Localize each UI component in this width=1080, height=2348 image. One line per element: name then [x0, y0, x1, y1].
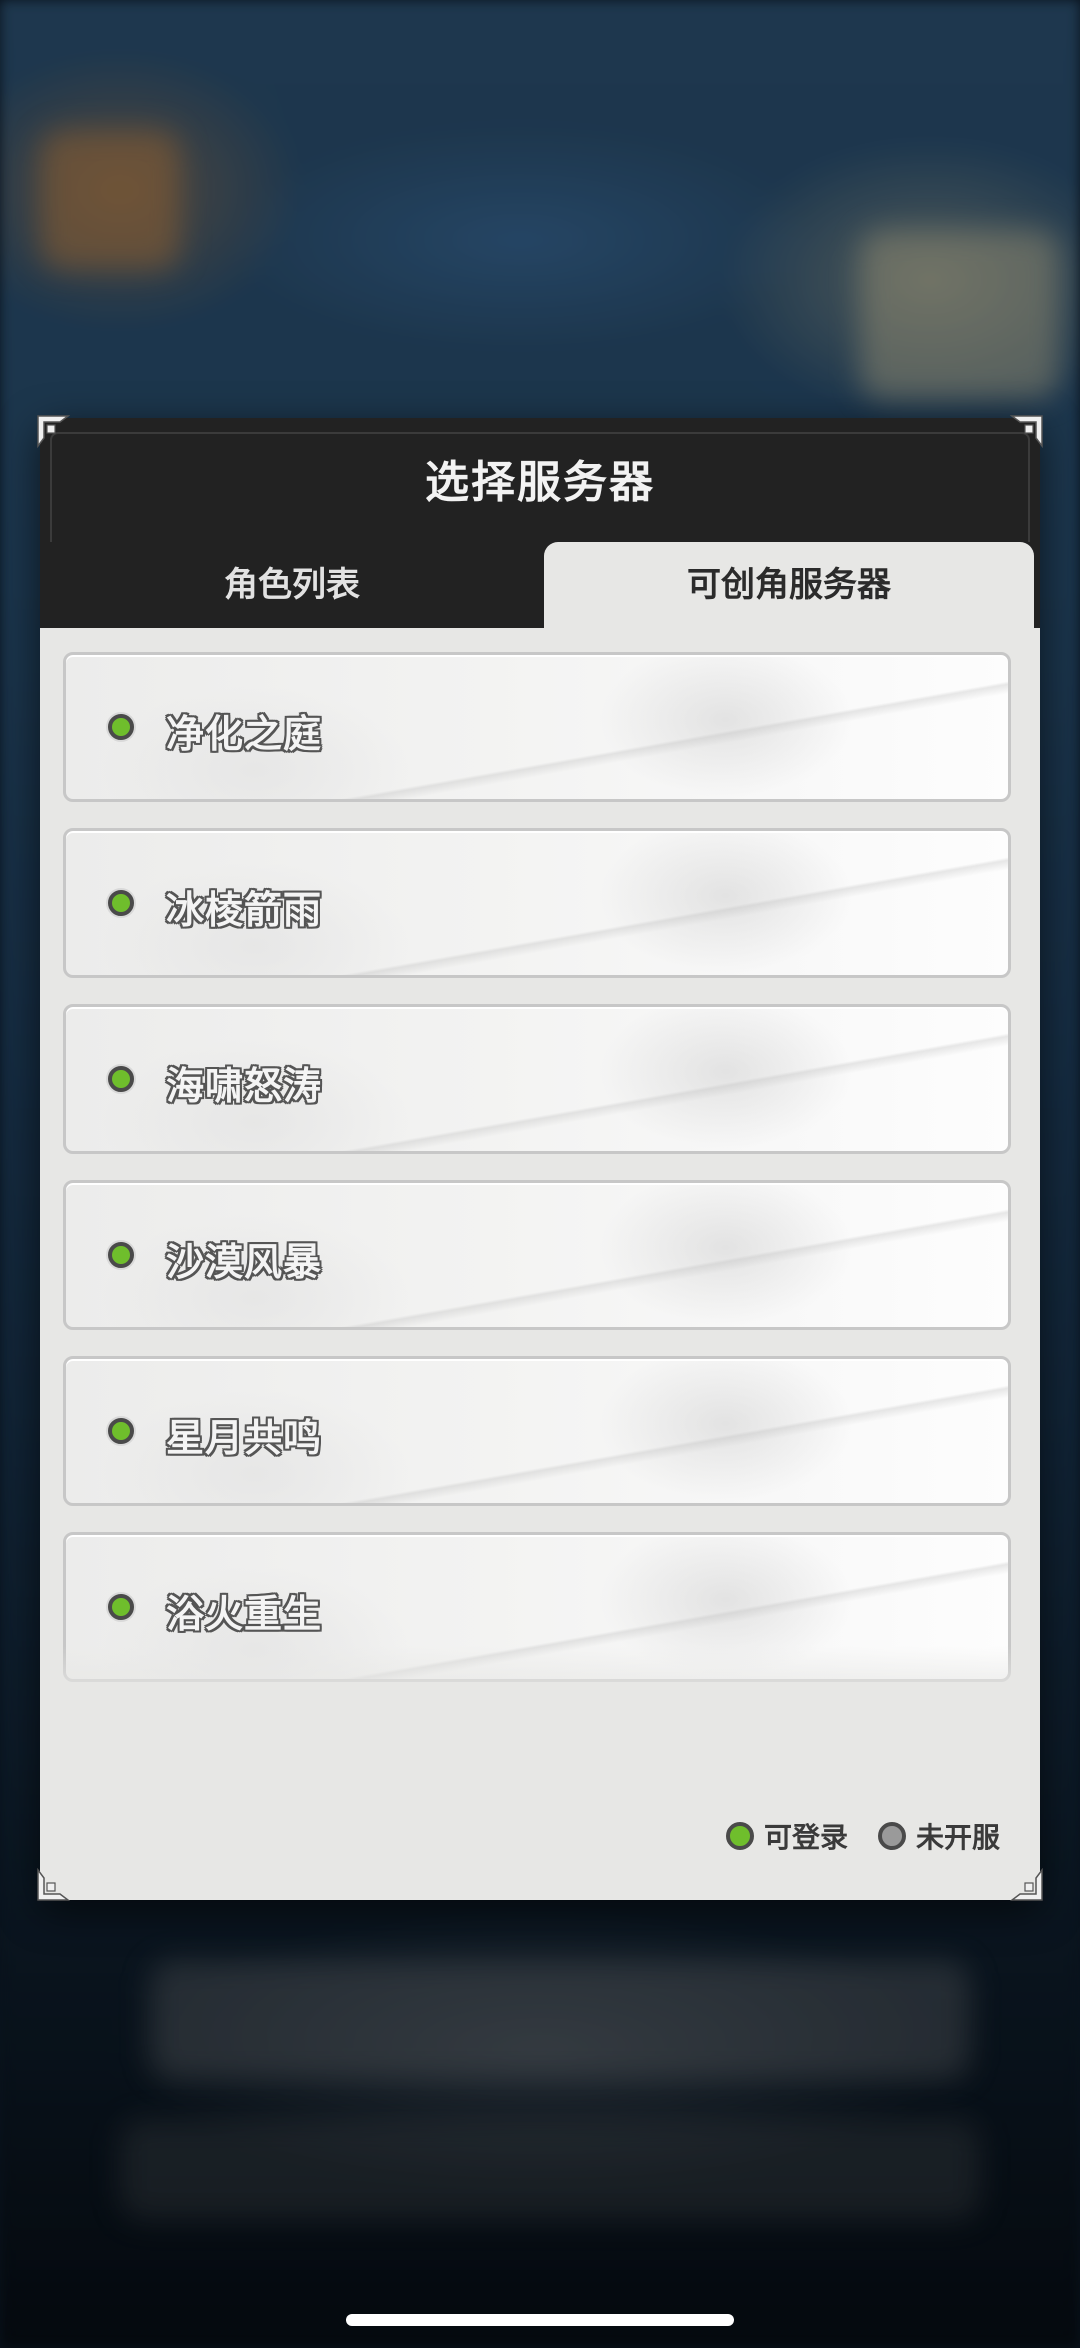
- status-available-dot: [108, 1594, 134, 1620]
- tab-bar: 角色列表 可创角服务器: [40, 542, 1040, 628]
- corner-ornament-icon: [37, 1868, 70, 1901]
- status-available-dot: [108, 1418, 134, 1444]
- list-scroll-fade: [40, 1646, 1040, 1706]
- server-list[interactable]: 净化之庭 冰棱箭雨 海啸怒涛 沙漠风暴 星月共鸣 浴火重生: [40, 628, 1040, 1706]
- status-available-dot: [108, 890, 134, 916]
- server-select-dialog: 选择服务器 角色列表 可创角服务器 净化之庭 冰棱箭雨 海啸怒涛 沙漠风暴 星月…: [40, 418, 1040, 1900]
- corner-ornament-icon: [1010, 415, 1043, 448]
- server-name: 海啸怒涛: [166, 1064, 323, 1108]
- status-available-dot: [108, 714, 134, 740]
- not-open-status-dot-icon: [877, 1822, 906, 1850]
- corner-ornament-icon: [37, 415, 70, 448]
- server-row[interactable]: 冰棱箭雨: [63, 828, 1011, 978]
- server-name: 净化之庭: [166, 712, 323, 756]
- status-available-dot: [108, 1066, 134, 1092]
- legend-not-open: 未开服: [877, 1816, 1000, 1856]
- server-name: 星月共鸣: [166, 1416, 323, 1460]
- server-row[interactable]: 海啸怒涛: [63, 1004, 1011, 1154]
- tab-creatable-servers[interactable]: 可创角服务器: [544, 542, 1034, 628]
- status-available-dot: [108, 1242, 134, 1268]
- status-legend: 可登录 未开服: [696, 1816, 1000, 1856]
- available-status-dot-icon: [725, 1822, 754, 1850]
- corner-ornament-icon: [1010, 1868, 1043, 1901]
- legend-available-label: 可登录: [763, 1821, 848, 1854]
- legend-available: 可登录: [725, 1816, 848, 1856]
- legend-not-open-label: 未开服: [915, 1821, 1000, 1854]
- tab-character-list[interactable]: 角色列表: [40, 542, 544, 628]
- dialog-title: 选择服务器: [425, 457, 655, 508]
- server-name: 沙漠风暴: [166, 1240, 323, 1284]
- dialog-header: 选择服务器: [40, 418, 1040, 542]
- server-row[interactable]: 星月共鸣: [63, 1356, 1011, 1506]
- home-indicator[interactable]: [346, 2314, 734, 2326]
- server-row[interactable]: 净化之庭: [63, 652, 1011, 802]
- server-name: 冰棱箭雨: [166, 888, 323, 932]
- server-name: 浴火重生: [166, 1592, 323, 1636]
- server-row[interactable]: 沙漠风暴: [63, 1180, 1011, 1330]
